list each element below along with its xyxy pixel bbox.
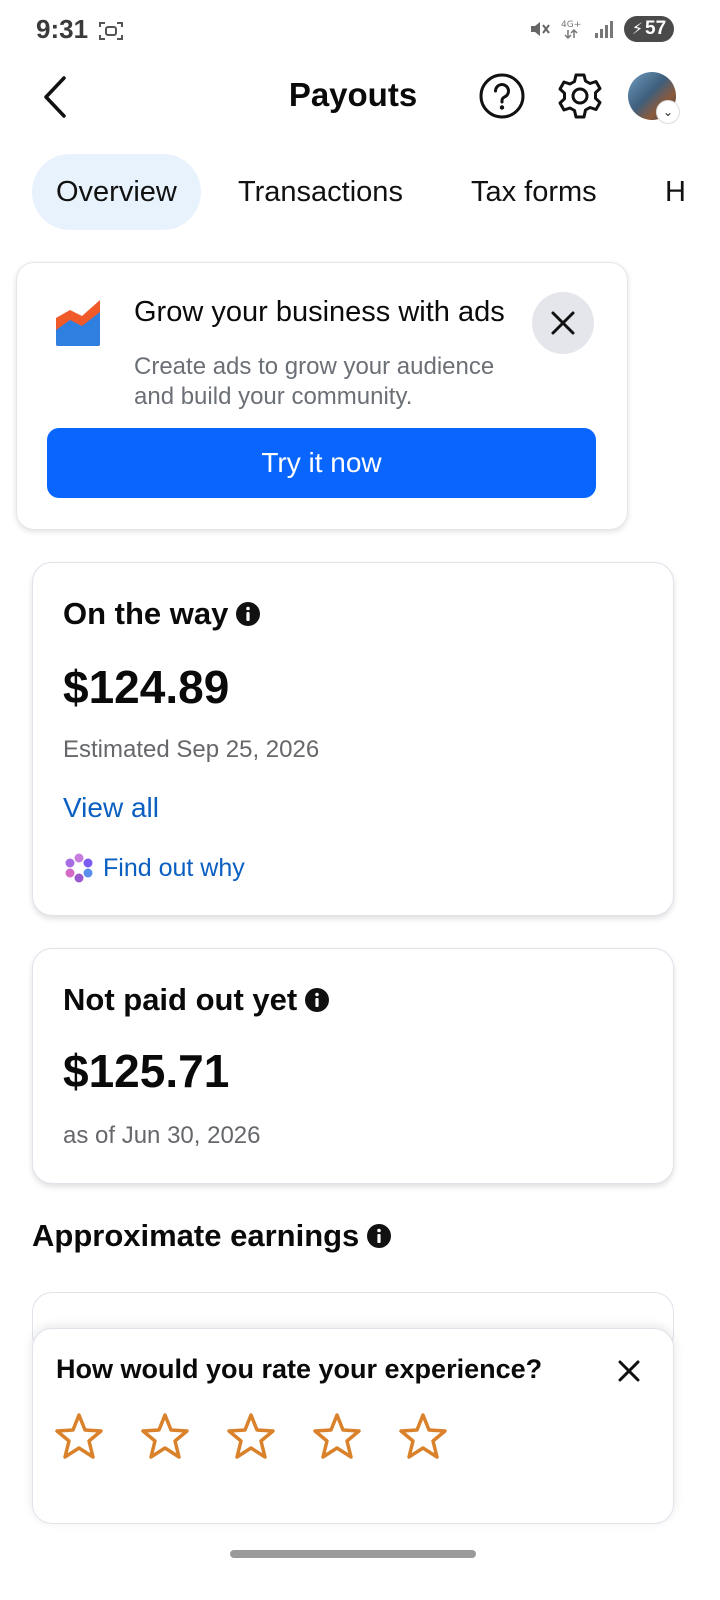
estimated-date: Estimated Sep 25, 2026 [63,736,320,763]
not-paid-heading: Not paid out yet [63,982,330,1018]
ad-close-button[interactable] [532,292,594,354]
battery-indicator: ⚡ 57 [624,16,674,42]
svg-text:4G+: 4G+ [561,20,581,30]
ai-sparkle-icon [65,853,93,883]
rating-question: How would you rate your experience? [56,1354,543,1384]
battery-level: 57 [645,18,667,39]
screenshot-icon [99,22,123,40]
status-icons: 4G+ ⚡ 57 [528,16,674,42]
info-icon[interactable] [367,1224,392,1248]
info-icon[interactable] [236,602,261,626]
approximate-earnings-heading: Approximate earnings [32,1218,392,1254]
ad-title: Grow your business with ads [134,296,505,328]
home-indicator[interactable] [230,1550,476,1558]
help-icon[interactable] [478,72,526,120]
close-icon [551,311,575,335]
tab-bar: Overview Transactions Tax forms H [0,154,706,230]
not-paid-title: Not paid out yet [63,982,298,1017]
find-out-why-link[interactable]: Find out why [63,852,245,884]
charging-icon: ⚡ [631,21,644,38]
not-paid-amount: $125.71 [63,1045,230,1097]
tab-tax-forms[interactable]: Tax forms [471,154,597,230]
close-icon[interactable] [614,1356,644,1386]
find-out-why-label: Find out why [103,853,245,882]
chevron-down-icon[interactable]: ⌄ [656,100,680,124]
tab-partial[interactable]: H [665,154,686,230]
tab-overview[interactable]: Overview [32,154,201,230]
on-the-way-amount: $124.89 [63,661,230,713]
star-3-icon[interactable] [226,1412,276,1462]
ad-description: Create ads to grow your audience and bui… [134,353,495,410]
star-5-icon[interactable] [398,1412,448,1462]
star-1-icon[interactable] [54,1412,104,1462]
as-of-date: as of Jun 30, 2026 [63,1122,261,1149]
try-it-now-button[interactable]: Try it now [47,428,596,498]
approximate-earnings-title: Approximate earnings [32,1218,360,1253]
on-the-way-title: On the way [63,596,229,631]
tab-transactions[interactable]: Transactions [238,154,403,230]
ads-chart-icon [56,300,100,346]
mute-icon [531,22,550,36]
info-icon[interactable] [305,988,330,1012]
on-the-way-heading: On the way [63,596,261,632]
settings-gear-icon[interactable] [556,72,604,120]
star-4-icon[interactable] [312,1412,362,1462]
status-time: 9:31 [36,14,89,44]
network-4g-icon: 4G+ [561,20,581,40]
star-2-icon[interactable] [140,1412,190,1462]
signal-icon [595,21,613,38]
view-all-link[interactable]: View all [63,792,159,824]
